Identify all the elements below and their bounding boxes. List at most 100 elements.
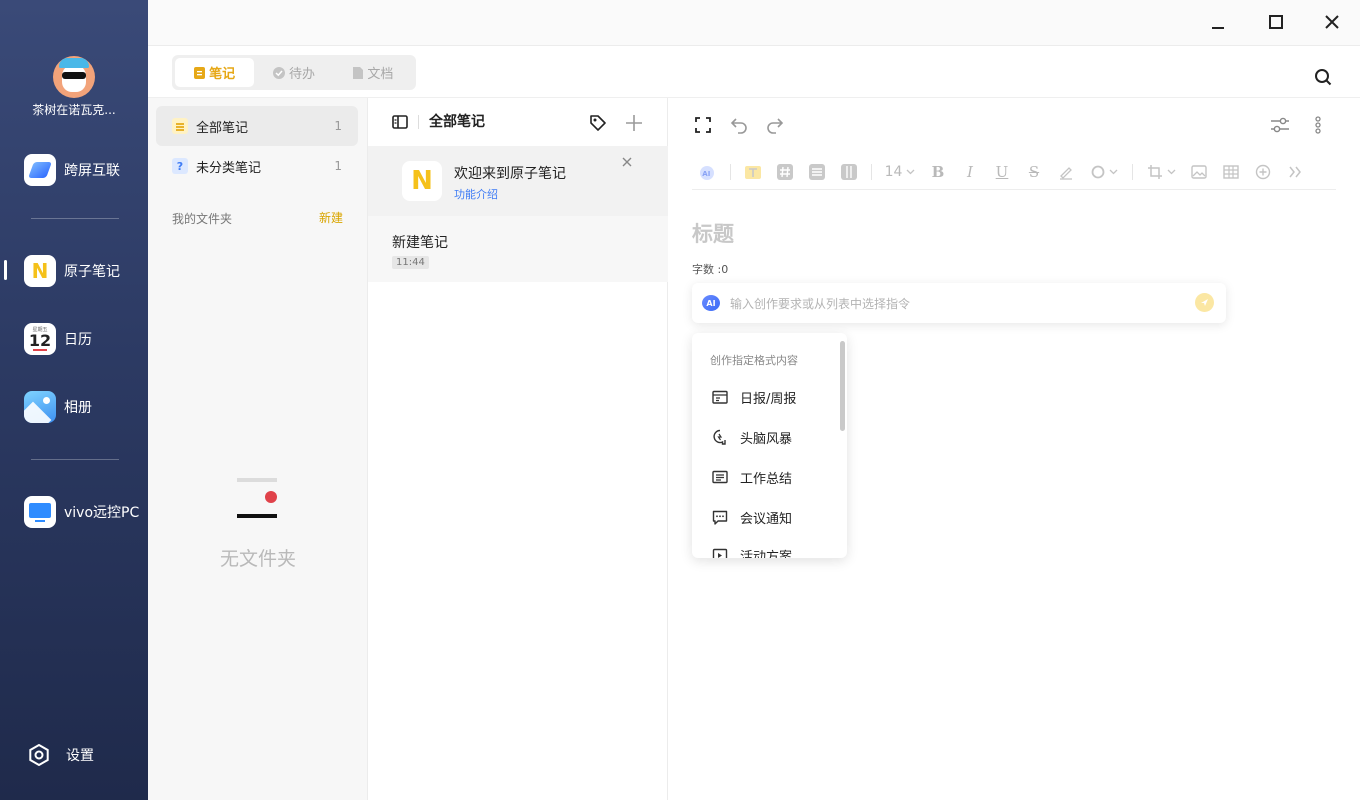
heading-button[interactable] xyxy=(769,160,801,184)
fullscreen-icon xyxy=(695,117,711,133)
user-profile[interactable]: 茶树在诺瓦克... xyxy=(0,56,148,118)
undo-button[interactable] xyxy=(730,116,748,138)
command-label: 头脑风暴 xyxy=(740,431,793,447)
minimize-button[interactable] xyxy=(1206,10,1230,34)
document-tab-icon xyxy=(353,66,364,79)
crop-select[interactable] xyxy=(1139,164,1183,180)
nav-label: 跨屏互联 xyxy=(64,163,120,179)
sliders-icon xyxy=(1271,117,1289,133)
calendar-icon-day: 12 xyxy=(28,331,52,350)
atom-notes-app-icon: N xyxy=(24,255,56,287)
tab-label: 文档 xyxy=(367,67,394,82)
redo-icon xyxy=(767,118,784,134)
message-icon xyxy=(712,510,728,525)
send-button[interactable] xyxy=(1195,293,1214,312)
new-folder-button[interactable]: 新建 xyxy=(319,209,343,226)
dropdown-scrollbar[interactable] xyxy=(840,341,845,431)
search-button[interactable] xyxy=(1314,68,1332,90)
italic-button[interactable]: I xyxy=(954,160,986,184)
command-work-summary[interactable]: 工作总结 xyxy=(712,467,792,487)
maximize-button[interactable] xyxy=(1264,10,1288,34)
underline-button[interactable]: U xyxy=(986,160,1018,184)
search-icon xyxy=(1315,69,1332,86)
nav-item-kuaping[interactable]: 跨屏互联 xyxy=(24,154,120,186)
all-notes-icon xyxy=(172,118,188,134)
folder-item-all-notes[interactable]: 全部笔记 1 xyxy=(156,106,358,146)
word-count: 字数 :0 xyxy=(692,263,729,276)
minimize-icon xyxy=(1212,27,1224,29)
tab-label: 笔记 xyxy=(209,67,236,82)
tab-docs[interactable]: 文档 xyxy=(334,58,413,87)
settings-button[interactable]: 设置 xyxy=(28,744,94,766)
text-color-select[interactable] xyxy=(1082,165,1126,179)
empty-folder-text: 无文件夹 xyxy=(219,548,296,570)
columns-icon xyxy=(841,163,857,180)
nav-item-calendar[interactable]: 星期五 12 日历 xyxy=(24,323,92,355)
format-toolbar: AI 14 B I U S xyxy=(692,154,1336,190)
undo-icon xyxy=(730,118,747,134)
app-sidebar: 茶树在诺瓦克... 跨屏互联 N 原子笔记 星期五 12 日历 相册 vivo远… xyxy=(0,0,148,800)
note-title-input[interactable]: 标题 xyxy=(692,218,734,248)
tab-notes[interactable]: 笔记 xyxy=(175,58,255,87)
expand-toolbar-button[interactable] xyxy=(1279,160,1311,184)
list-button[interactable] xyxy=(801,160,833,184)
nav-label: 相册 xyxy=(64,400,92,416)
more-options-button[interactable] xyxy=(1314,116,1322,138)
folder-item-uncategorized[interactable]: ? 未分类笔记 1 xyxy=(156,146,358,186)
bold-button[interactable]: B xyxy=(922,160,954,184)
tag-button[interactable] xyxy=(589,114,607,136)
chevron-down-icon xyxy=(1167,169,1175,174)
folder-label: 全部笔记 xyxy=(196,120,249,136)
font-size-select[interactable]: 14 xyxy=(878,164,922,180)
redo-button[interactable] xyxy=(766,116,784,138)
nav-item-remote-pc[interactable]: vivo远控PC xyxy=(24,496,139,528)
nav-label: vivo远控PC xyxy=(64,505,140,521)
welcome-card[interactable]: N 欢迎来到原子笔记 功能介绍 xyxy=(368,146,668,216)
note-title: 新建笔记 xyxy=(392,235,448,251)
command-label: 会议通知 xyxy=(740,511,793,527)
toggle-sidebar-icon[interactable] xyxy=(392,115,408,129)
sidebar-divider xyxy=(31,218,119,219)
toolbar-separator xyxy=(871,163,872,180)
question-mark-icon: ? xyxy=(172,158,188,174)
insert-more-button[interactable] xyxy=(1247,160,1279,184)
folder-count: 1 xyxy=(334,119,342,133)
feature-intro-link[interactable]: 功能介绍 xyxy=(454,186,498,202)
highlighter-button[interactable] xyxy=(1050,160,1082,184)
chevron-down-icon xyxy=(1109,169,1117,174)
ai-prompt-input[interactable]: AI 输入创作要求或从列表中选择指令 xyxy=(692,283,1226,323)
insert-table-button[interactable] xyxy=(1215,160,1247,184)
avatar[interactable] xyxy=(53,56,95,98)
editor-settings-button[interactable] xyxy=(1270,116,1290,138)
command-label: 工作总结 xyxy=(740,471,793,487)
fullscreen-button[interactable] xyxy=(694,116,712,138)
nav-item-atom-notes[interactable]: N 原子笔记 xyxy=(24,255,120,287)
command-brainstorm[interactable]: 头脑风暴 xyxy=(712,427,792,447)
close-window-button[interactable] xyxy=(1320,10,1344,34)
nav-label: 原子笔记 xyxy=(64,264,120,280)
toolbar-separator xyxy=(730,163,731,180)
command-daily-report[interactable]: 日报/周报 xyxy=(712,387,796,407)
list-icon xyxy=(809,163,825,180)
module-tabs: 笔记 待办 文档 xyxy=(172,55,416,90)
text-style-button[interactable] xyxy=(737,160,769,184)
list-item[interactable]: 新建笔记 11:44 xyxy=(368,216,668,282)
nav-item-gallery[interactable]: 相册 xyxy=(24,391,92,423)
columns-button[interactable] xyxy=(833,160,865,184)
kuaping-app-icon xyxy=(24,154,56,186)
strikethrough-button[interactable]: S xyxy=(1018,160,1050,184)
ai-assistant-button[interactable]: AI xyxy=(692,160,724,184)
todo-tab-icon xyxy=(272,66,285,79)
insert-image-button[interactable] xyxy=(1183,160,1215,184)
close-welcome-button[interactable] xyxy=(622,156,632,171)
command-event-plan[interactable]: 活动方案 xyxy=(712,545,792,558)
toolbar-separator xyxy=(1132,163,1133,180)
add-note-button[interactable] xyxy=(625,114,643,136)
command-meeting-notice[interactable]: 会议通知 xyxy=(712,507,792,527)
tab-todo[interactable]: 待办 xyxy=(254,58,333,87)
close-icon xyxy=(622,157,632,167)
report-icon xyxy=(712,390,728,404)
folder-label: 未分类笔记 xyxy=(196,160,262,176)
folder-panel: 全部笔记 1 ? 未分类笔记 1 我的文件夹 新建 无文件夹 xyxy=(148,98,368,800)
crop-icon xyxy=(1147,164,1162,179)
